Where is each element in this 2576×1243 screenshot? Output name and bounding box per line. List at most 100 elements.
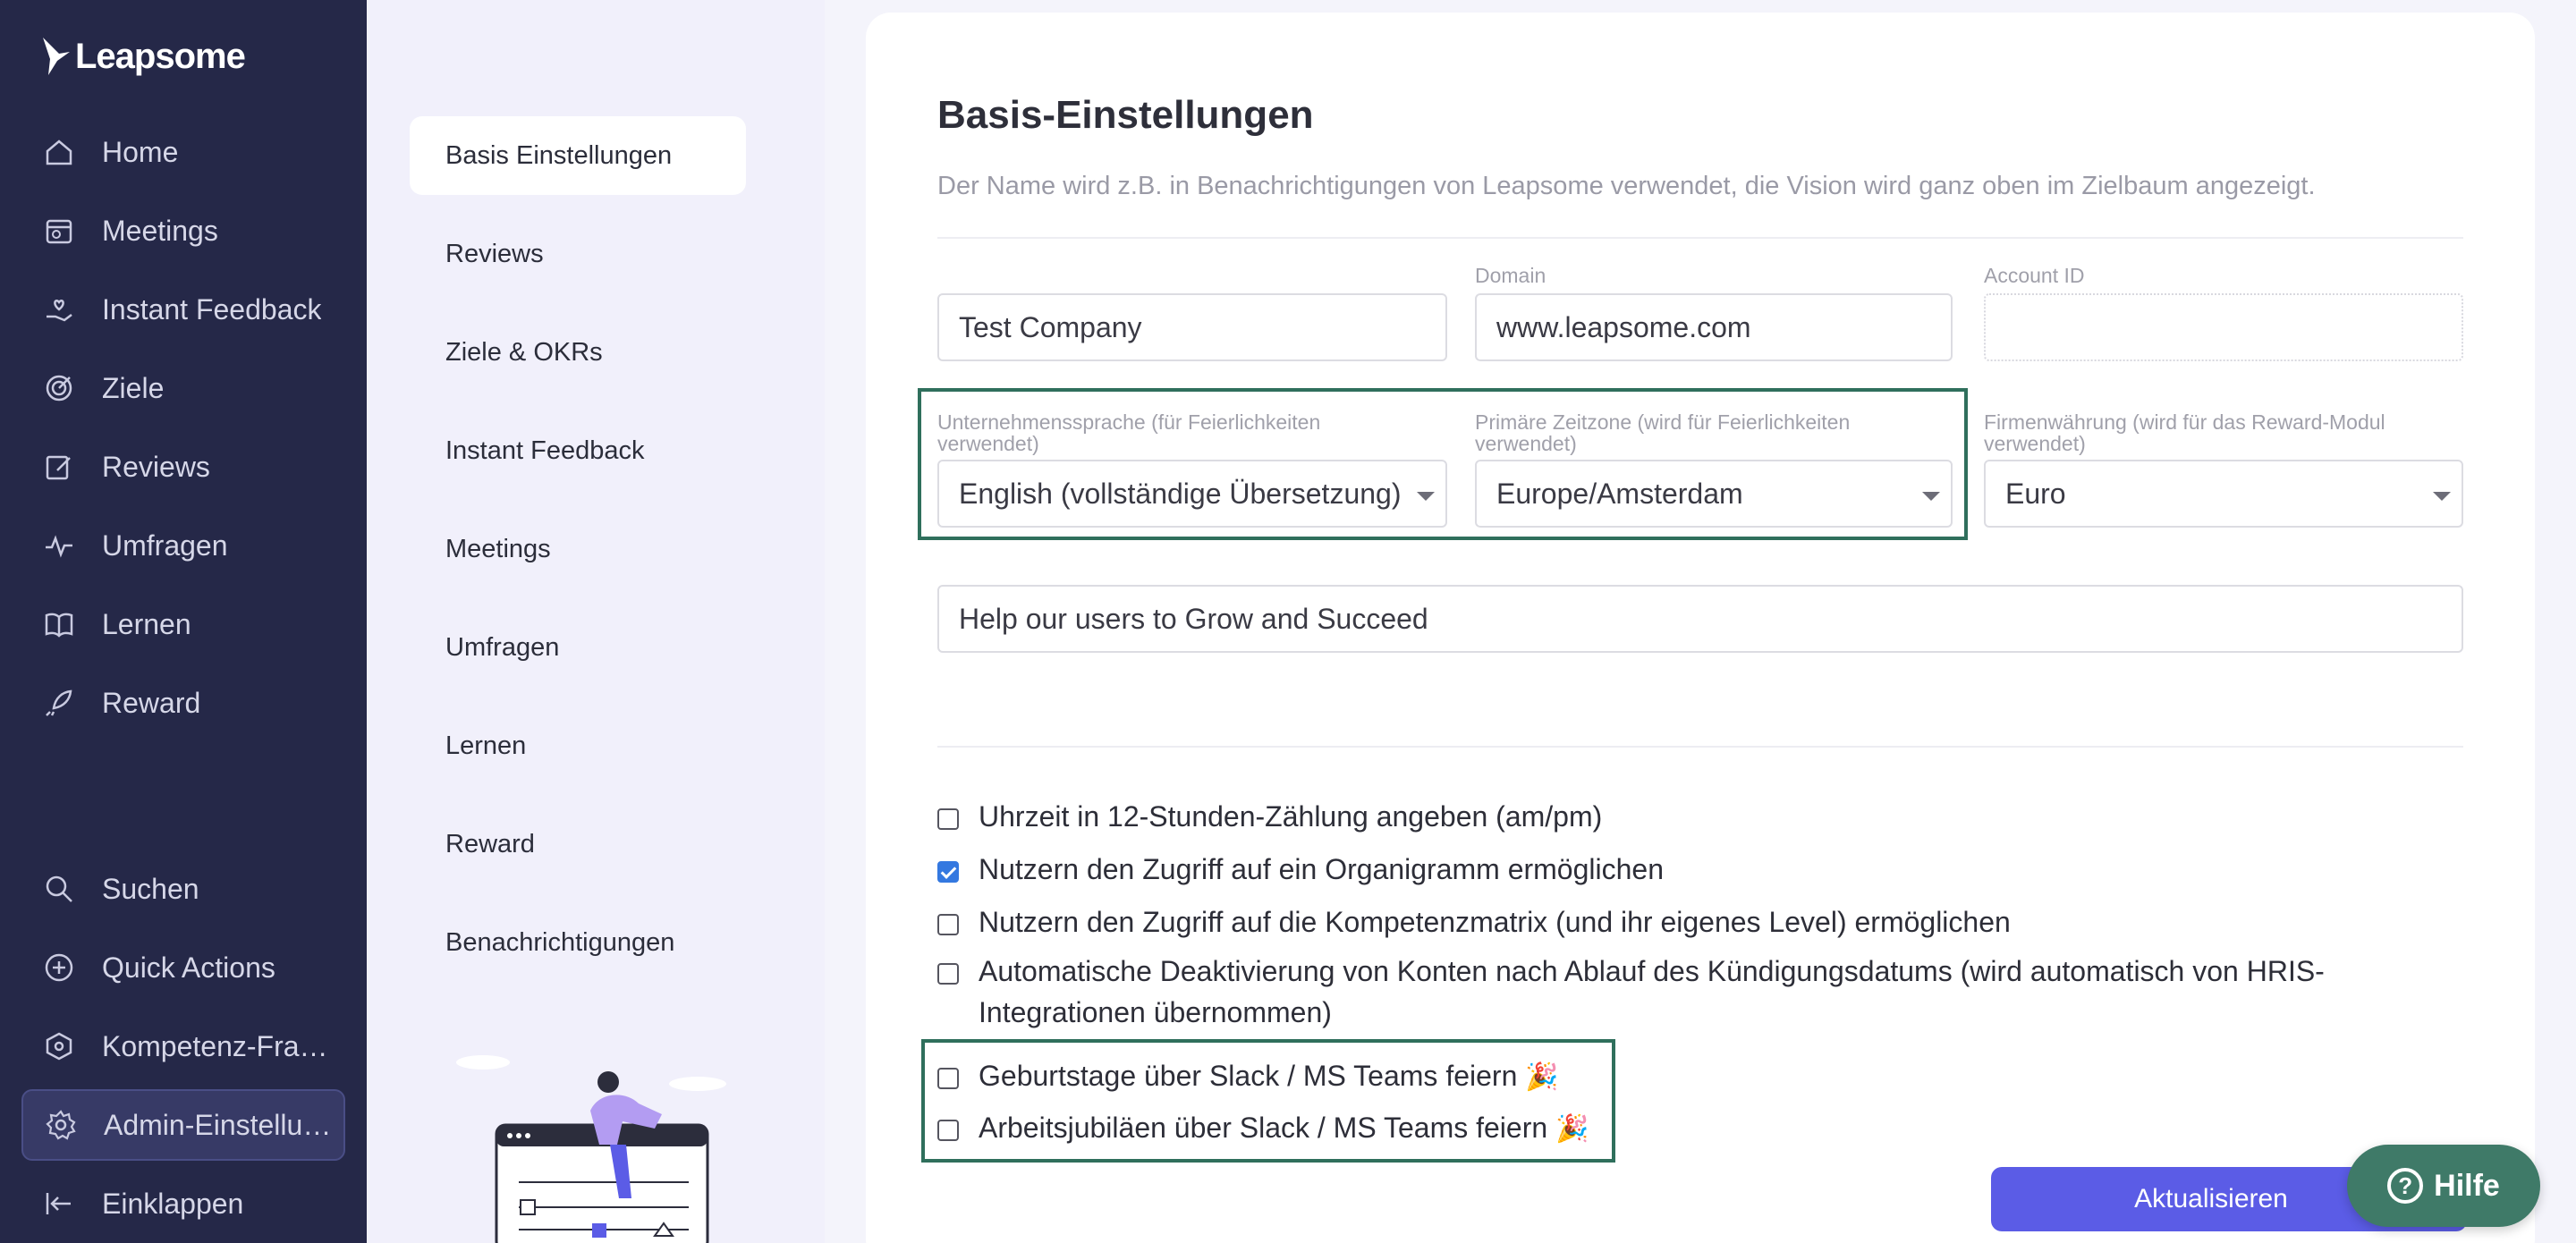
- help-label: Hilfe: [2434, 1168, 2500, 1203]
- timezone-select[interactable]: Europe/Amsterdam: [1475, 460, 1953, 528]
- sidebar-item-label: Umfragen: [102, 528, 228, 562]
- submenu-item-ziele-okrs[interactable]: Ziele & OKRs: [410, 313, 746, 392]
- account-id-label: Account ID: [1984, 264, 2085, 287]
- edit-icon: [46, 455, 71, 480]
- network-icon: [46, 1032, 72, 1061]
- sidebar-item-label: Einklappen: [102, 1187, 244, 1220]
- checkbox-12h-format[interactable]: [937, 808, 959, 830]
- currency-select-value: Euro: [2005, 477, 2066, 510]
- search-icon: [46, 875, 72, 902]
- submenu-item-meetings[interactable]: Meetings: [410, 510, 746, 588]
- section-divider: [937, 746, 2463, 748]
- checkbox-row-birthdays[interactable]: Geburtstage über Slack / MS Teams feiern…: [937, 1060, 1559, 1098]
- checkbox-row-competency-matrix[interactable]: Nutzern den Zugriff auf die Kompetenzmat…: [937, 906, 2011, 943]
- chevron-down-icon: [2433, 492, 2451, 501]
- domain-label: Domain: [1475, 264, 1546, 287]
- vision-input[interactable]: Help our users to Grow and Succeed: [937, 585, 2463, 653]
- sidebar-item-admin-einstellungen[interactable]: Admin-Einstellungen: [21, 1089, 345, 1161]
- sidebar-item-label: Instant Feedback: [102, 292, 322, 326]
- sidebar-item-quick-actions[interactable]: Quick Actions: [21, 932, 345, 1003]
- submenu-item-reviews[interactable]: Reviews: [410, 215, 746, 293]
- plus-circle-icon: [45, 953, 73, 982]
- language-select[interactable]: English (vollständige Übersetzung): [937, 460, 1447, 528]
- currency-select[interactable]: Euro: [1984, 460, 2463, 528]
- hand-heart-icon: [47, 300, 72, 322]
- sidebar-item-suchen[interactable]: Suchen: [21, 853, 345, 925]
- sidebar-item-meetings[interactable]: Meetings: [21, 195, 345, 266]
- submenu-item-lernen[interactable]: Lernen: [410, 706, 746, 785]
- sidebar-item-umfragen[interactable]: Umfragen: [21, 510, 345, 581]
- collapse-icon: [46, 1193, 71, 1214]
- checkbox-row-org-chart[interactable]: Nutzern den Zugriff auf ein Organigramm …: [937, 853, 1664, 890]
- sidebar-item-label: Admin-Einstellungen: [104, 1108, 343, 1141]
- checkbox-label: Nutzern den Zugriff auf ein Organigramm …: [979, 853, 1664, 885]
- checkbox-competency-matrix[interactable]: [937, 914, 959, 935]
- checkbox-label-text: Arbeitsjubiläen über Slack / MS Teams fe…: [979, 1112, 1548, 1144]
- domain-input[interactable]: www.leapsome.com: [1475, 293, 1953, 361]
- page-title: Basis-Einstellungen: [937, 93, 1314, 137]
- question-icon: ?: [2387, 1168, 2424, 1204]
- checkbox-auto-deactivation[interactable]: [937, 963, 959, 985]
- sidebar-item-label: Quick Actions: [102, 951, 275, 984]
- settings-illustration: [456, 1055, 726, 1243]
- section-divider: [937, 237, 2463, 239]
- leapsome-logo[interactable]: Leapsome: [39, 36, 246, 77]
- submenu-item-basis-einstellungen[interactable]: Basis Einstellungen: [410, 116, 746, 195]
- sidebar-item-kompetenz-framework[interactable]: Kompetenz-Framework: [21, 1010, 345, 1082]
- checkbox-label: Arbeitsjubiläen über Slack / MS Teams fe…: [979, 1107, 1589, 1150]
- submenu-item-instant-feedback[interactable]: Instant Feedback: [410, 411, 746, 490]
- account-id-input[interactable]: [1984, 293, 2463, 361]
- settings-panel: Basis-Einstellungen Der Name wird z.B. i…: [866, 13, 2535, 1243]
- calendar-icon: [46, 219, 72, 244]
- target-icon: [46, 375, 72, 402]
- sidebar-item-label: Lernen: [102, 607, 191, 640]
- party-popper-icon: 🎉: [1525, 1062, 1559, 1092]
- checkbox-row-auto-deactivation[interactable]: Automatische Deaktivierung von Konten na…: [937, 955, 2374, 1033]
- sidebar-item-reviews[interactable]: Reviews: [21, 431, 345, 503]
- sidebar-item-label: Suchen: [102, 872, 199, 905]
- checkbox-label: Nutzern den Zugriff auf die Kompetenzmat…: [979, 906, 2011, 938]
- book-icon: [45, 613, 73, 638]
- sidebar-item-lernen[interactable]: Lernen: [21, 588, 345, 660]
- rocket-icon: [46, 689, 72, 716]
- main-sidebar: Leapsome Home Meetings Instant Feedback …: [0, 0, 367, 1243]
- brand-name: Leapsome: [75, 36, 246, 76]
- checkbox-birthdays[interactable]: [937, 1068, 959, 1089]
- sidebar-item-label: Ziele: [102, 371, 165, 404]
- currency-label: Firmenwährung (wird für das Reward-Modul…: [1984, 410, 2385, 455]
- checkbox-label-text: Geburtstage über Slack / MS Teams feiern: [979, 1060, 1518, 1092]
- sidebar-item-label: Home: [102, 135, 179, 168]
- checkbox-label: Uhrzeit in 12-Stunden-Zählung angeben (a…: [979, 800, 1603, 833]
- logo-bird-icon: [43, 38, 70, 75]
- party-popper-icon: 🎉: [1555, 1114, 1589, 1144]
- submenu-item-umfragen[interactable]: Umfragen: [410, 608, 746, 687]
- home-icon: [46, 140, 72, 165]
- sidebar-item-label: Reward: [102, 686, 201, 719]
- timezone-label: Primäre Zeitzone (wird für Feierlichkeit…: [1475, 410, 1851, 455]
- sidebar-item-home[interactable]: Home: [21, 116, 345, 188]
- sidebar-item-reward[interactable]: Reward: [21, 667, 345, 739]
- checkbox-row-work-anniversaries[interactable]: Arbeitsjubiläen über Slack / MS Teams fe…: [937, 1112, 1589, 1150]
- sidebar-item-label: Reviews: [102, 450, 210, 483]
- company-name-input[interactable]: Test Company: [937, 293, 1447, 361]
- language-select-value: English (vollständige Übersetzung): [959, 477, 1402, 510]
- gear-icon: [46, 1110, 76, 1140]
- checkbox-row-12h-format[interactable]: Uhrzeit in 12-Stunden-Zählung angeben (a…: [937, 800, 1602, 837]
- submenu-item-reward[interactable]: Reward: [410, 805, 746, 884]
- sidebar-item-einklappen[interactable]: Einklappen: [21, 1168, 345, 1239]
- chevron-down-icon: [1922, 492, 1940, 501]
- pulse-icon: [46, 535, 72, 558]
- timezone-select-value: Europe/Amsterdam: [1496, 477, 1743, 510]
- settings-submenu: Basis Einstellungen Reviews Ziele & OKRs…: [367, 0, 825, 1243]
- sidebar-item-label: Meetings: [102, 214, 218, 247]
- sidebar-item-ziele[interactable]: Ziele: [21, 352, 345, 424]
- checkbox-org-chart[interactable]: [937, 861, 959, 883]
- help-button[interactable]: ? Hilfe: [2347, 1145, 2540, 1227]
- sidebar-item-label: Kompetenz-Framework: [102, 1029, 345, 1062]
- sidebar-item-instant-feedback[interactable]: Instant Feedback: [21, 274, 345, 345]
- checkbox-work-anniversaries[interactable]: [937, 1120, 959, 1141]
- submenu-item-benachrichtigungen[interactable]: Benachrichtigungen: [410, 903, 746, 982]
- page-description: Der Name wird z.B. in Benachrichtigungen…: [937, 172, 2316, 200]
- checkbox-label: Automatische Deaktivierung von Konten na…: [979, 955, 2325, 1028]
- language-label: Unternehmenssprache (für Feierlichkeiten…: [937, 410, 1321, 455]
